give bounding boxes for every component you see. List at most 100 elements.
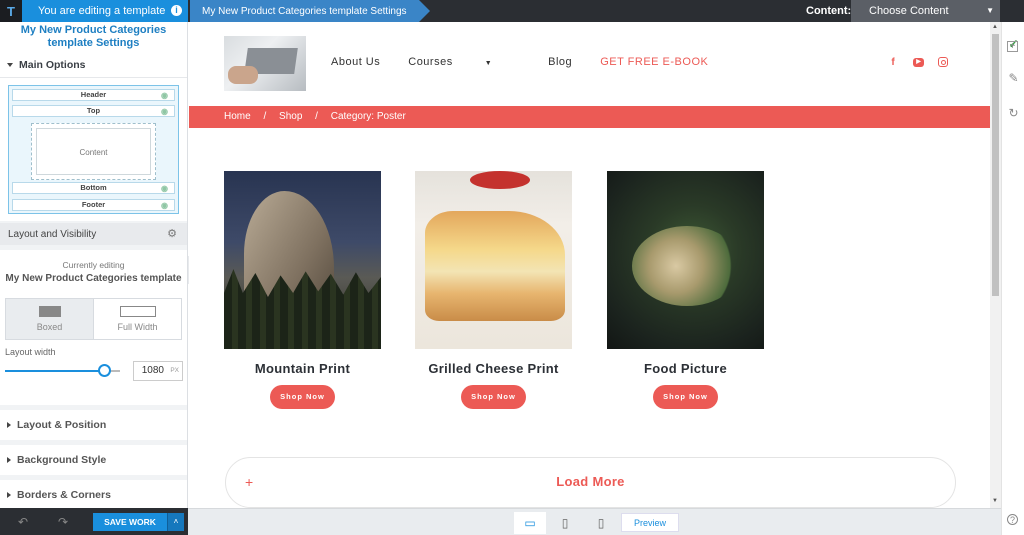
mobile-icon[interactable]: ▯ [585,512,617,534]
eye-icon[interactable]: ◉ [161,184,168,194]
layout-top-label: Top [86,106,101,115]
editing-template-notice: You are editing a template i [22,0,188,22]
site-logo[interactable] [224,36,306,91]
layout-position-section[interactable]: Layout & Position [0,410,187,440]
main-options-header[interactable]: Main Options [0,52,187,78]
chevron-down-icon: ▼ [484,60,493,67]
panel-title: My New Product Categories template Setti… [0,22,187,52]
product-image-food[interactable] [607,171,764,349]
load-more-button[interactable]: + Load More [225,457,956,508]
current-template-section: Currently editing My New Product Categor… [0,250,187,405]
layout-header-row[interactable]: Header ◉ [12,89,175,101]
breadcrumb-category: Category: Poster [330,111,406,122]
help-icon[interactable]: ? [1007,514,1018,525]
thrive-logo-icon[interactable]: T [0,0,22,22]
breadcrumb-home[interactable]: Home [224,111,251,122]
eye-icon[interactable]: ◉ [161,91,168,101]
choose-content-select[interactable]: Choose Content ▼ [851,0,1000,22]
layout-width-input[interactable]: 1080 PX [133,361,183,381]
eye-icon[interactable]: ◉ [161,107,168,117]
full-width-option[interactable]: Full Width [93,299,181,339]
tablet-icon[interactable]: ▯ [549,512,581,534]
template-settings-tab[interactable]: My New Product Categories template Setti… [190,0,430,22]
undo-icon[interactable]: ↶ [18,515,28,529]
refresh-icon[interactable]: ↻ [1007,107,1020,120]
shop-now-button[interactable]: Shop Now [653,385,718,409]
logo-hand-shape [228,66,258,84]
add-element-icon[interactable]: + [1007,41,1018,52]
cheese-sandwich-shape [425,211,565,321]
product-image-grilled-cheese[interactable] [415,171,572,349]
info-icon[interactable]: i [171,5,182,16]
right-sidebar: ✓ + ✎ ↻ ? [1001,22,1024,535]
save-options-chevron-icon[interactable]: ˄ [167,513,184,531]
editing-template-label: You are editing a template [38,5,166,17]
caret-right-icon [7,422,11,428]
layout-position-label: Layout & Position [17,419,107,431]
shop-now-button[interactable]: Shop Now [461,385,526,409]
food-dish-shape [632,226,742,306]
preview-button[interactable]: Preview [621,513,679,532]
layout-visibility-row[interactable]: Layout and Visibility ⚙ [0,223,187,245]
product-title[interactable]: Mountain Print [224,361,381,376]
product-title[interactable]: Grilled Cheese Print [415,361,572,376]
borders-corners-label: Borders & Corners [17,489,111,501]
borders-corners-section[interactable]: Borders & Corners [0,480,187,508]
boxed-option[interactable]: Boxed [6,299,93,339]
instagram-icon[interactable] [938,57,948,67]
layout-footer-label: Footer [81,200,106,209]
layout-width-slider-handle[interactable] [98,364,111,377]
breadcrumb-separator: / [315,111,318,122]
panel-title-line2: template Settings [47,37,140,49]
editor-topbar: T You are editing a template i My New Pr… [0,0,1024,22]
background-style-label: Background Style [17,454,107,466]
layout-content-label: Content [36,128,151,175]
layout-width-control: 1080 PX [0,359,187,383]
boxed-layout-icon [38,306,61,317]
chevron-down-icon: ▼ [986,6,994,15]
product-card: Mountain Print Shop Now [224,171,381,409]
product-image-mountain[interactable] [224,171,381,349]
layout-bottom-row[interactable]: Bottom ◉ [12,182,175,194]
panel-title-line1: My New Product Categories [20,24,167,36]
redo-icon[interactable]: ↷ [58,515,68,529]
scroll-down-icon[interactable]: ▼ [992,498,998,504]
nav-about-us[interactable]: About Us [331,56,380,68]
youtube-icon[interactable]: ▶ [913,58,924,67]
layout-structure-diagram: Header ◉ Top ◉ Content Bottom ◉ Footer ◉ [8,85,179,214]
facebook-icon[interactable]: f [887,57,899,69]
eye-icon[interactable]: ◉ [161,201,168,211]
breadcrumb-shop[interactable]: Shop [279,111,302,122]
template-settings-label: My New Product Categories template Setti… [202,5,407,17]
currently-editing-label: Currently editing [62,260,125,270]
caret-right-icon [7,492,11,498]
boxed-label: Boxed [36,322,63,332]
gear-icon[interactable]: ⚙ [167,227,177,240]
background-style-section[interactable]: Background Style [0,445,187,475]
layout-width-value: 1080 [141,365,164,376]
layout-content-area[interactable]: Content [31,123,156,180]
layout-width-label: Layout width [5,347,56,357]
layout-width-unit: PX [170,367,179,374]
product-card: Food Picture Shop Now [607,171,764,409]
save-work-button[interactable]: SAVE WORK [93,513,167,531]
cheese-berry-shape [470,171,530,189]
brush-icon[interactable]: ✎ [1007,72,1020,85]
layout-top-row[interactable]: Top ◉ [12,105,175,117]
breadcrumb: Home / Shop / Category: Poster [189,106,990,128]
main-nav: About Us Courses ▼ Blog GET FREE E-BOOK [331,56,736,68]
panel-bottom-bar: ↶ ↷ SAVE WORK ˄ [0,508,188,535]
nav-blog[interactable]: Blog [548,56,572,68]
scrollbar-thumb[interactable] [992,34,999,296]
product-title[interactable]: Food Picture [607,361,764,376]
shop-now-button[interactable]: Shop Now [270,385,335,409]
desktop-icon[interactable]: ▭ [514,512,546,534]
preview-scrollbar[interactable]: ▲ ▼ [990,22,1001,508]
layout-footer-row[interactable]: Footer ◉ [12,199,175,211]
template-name: My New Product Categories template [5,273,182,284]
nav-courses[interactable]: Courses ▼ [408,56,520,68]
nav-get-free-ebook[interactable]: GET FREE E-BOOK [600,56,708,68]
layout-header-label: Header [80,90,107,99]
choose-content-value: Choose Content [869,5,949,17]
scroll-up-icon[interactable]: ▲ [992,24,998,30]
